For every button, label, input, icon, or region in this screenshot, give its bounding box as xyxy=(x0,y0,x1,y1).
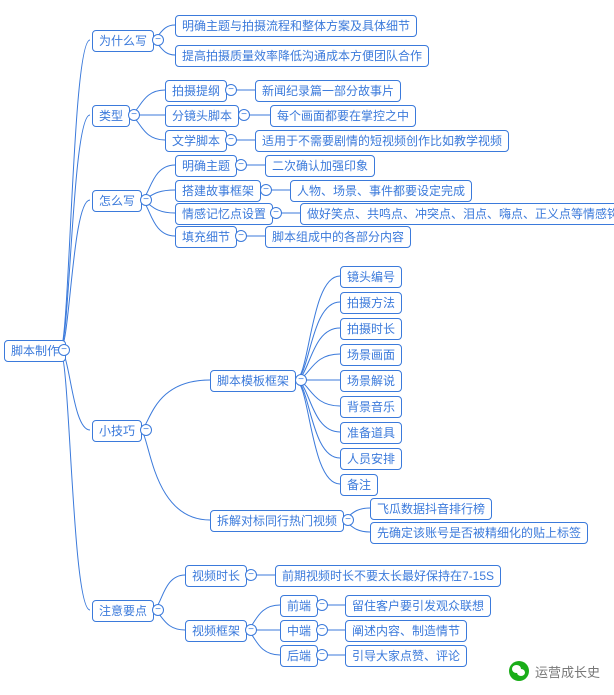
frame-note-2[interactable]: 引导大家点赞、评论 xyxy=(345,645,467,667)
tips-template[interactable]: 脚本模板框架 xyxy=(210,370,296,392)
why-item-1[interactable]: 提高拍摄质量效率降低沟通成本方便团队合作 xyxy=(175,45,429,67)
how-item-0[interactable]: 明确主题 xyxy=(175,155,237,177)
template-item-0[interactable]: 镜头编号 xyxy=(340,266,402,288)
tips-benchmark[interactable]: 拆解对标同行热门视频 xyxy=(210,510,344,532)
template-item-3[interactable]: 场景画面 xyxy=(340,344,402,366)
how-note-3[interactable]: 脚本组成中的各部分内容 xyxy=(265,226,411,248)
how-item-2[interactable]: 情感记忆点设置 xyxy=(175,203,273,225)
why-item-0[interactable]: 明确主题与拍摄流程和整体方案及具体细节 xyxy=(175,15,417,37)
toggle-icon[interactable]: − xyxy=(140,194,152,206)
branch-notes[interactable]: 注意要点 xyxy=(92,600,154,622)
branch-why[interactable]: 为什么写 xyxy=(92,30,154,52)
type-item-0[interactable]: 拍摄提纲 xyxy=(165,80,227,102)
toggle-icon[interactable]: − xyxy=(140,424,152,436)
frame-item-2[interactable]: 后端 xyxy=(280,645,318,667)
toggle-icon[interactable]: − xyxy=(238,109,250,121)
notes-duration[interactable]: 视频时长 xyxy=(185,565,247,587)
type-note-2[interactable]: 适用于不需要剧情的短视频创作比如教学视频 xyxy=(255,130,509,152)
toggle-icon[interactable]: − xyxy=(316,649,328,661)
toggle-icon[interactable]: − xyxy=(58,344,70,356)
template-item-7[interactable]: 人员安排 xyxy=(340,448,402,470)
toggle-icon[interactable]: − xyxy=(235,159,247,171)
notes-frame[interactable]: 视频框架 xyxy=(185,620,247,642)
how-item-1[interactable]: 搭建故事框架 xyxy=(175,180,261,202)
toggle-icon[interactable]: − xyxy=(316,599,328,611)
toggle-icon[interactable]: − xyxy=(270,207,282,219)
how-item-3[interactable]: 填充细节 xyxy=(175,226,237,248)
template-item-5[interactable]: 背景音乐 xyxy=(340,396,402,418)
frame-item-1[interactable]: 中端 xyxy=(280,620,318,642)
benchmark-item-0[interactable]: 飞瓜数据抖音排行榜 xyxy=(370,498,492,520)
branch-type[interactable]: 类型 xyxy=(92,105,130,127)
branch-how[interactable]: 怎么写 xyxy=(92,190,142,212)
root-node[interactable]: 脚本制作 xyxy=(4,340,66,362)
template-item-6[interactable]: 准备道具 xyxy=(340,422,402,444)
wechat-icon xyxy=(509,661,529,681)
type-note-0[interactable]: 新闻纪录篇一部分故事片 xyxy=(255,80,401,102)
toggle-icon[interactable]: − xyxy=(342,514,354,526)
type-note-1[interactable]: 每个画面都要在掌控之中 xyxy=(270,105,416,127)
toggle-icon[interactable]: − xyxy=(152,34,164,46)
template-item-1[interactable]: 拍摄方法 xyxy=(340,292,402,314)
toggle-icon[interactable]: − xyxy=(245,569,257,581)
frame-note-0[interactable]: 留住客户要引发观众联想 xyxy=(345,595,491,617)
template-item-2[interactable]: 拍摄时长 xyxy=(340,318,402,340)
template-item-8[interactable]: 备注 xyxy=(340,474,378,496)
frame-item-0[interactable]: 前端 xyxy=(280,595,318,617)
how-note-0[interactable]: 二次确认加强印象 xyxy=(265,155,375,177)
notes-duration-note[interactable]: 前期视频时长不要太长最好保持在7-15S xyxy=(275,565,501,587)
toggle-icon[interactable]: − xyxy=(152,604,164,616)
toggle-icon[interactable]: − xyxy=(225,134,237,146)
branch-tips[interactable]: 小技巧 xyxy=(92,420,142,442)
how-note-1[interactable]: 人物、场景、事件都要设定完成 xyxy=(290,180,472,202)
toggle-icon[interactable]: − xyxy=(260,184,272,196)
toggle-icon[interactable]: − xyxy=(235,230,247,242)
benchmark-item-1[interactable]: 先确定该账号是否被精细化的贴上标签 xyxy=(370,522,588,544)
toggle-icon[interactable]: − xyxy=(128,109,140,121)
how-note-2[interactable]: 做好笑点、共鸣点、冲突点、泪点、嗨点、正义点等情感钩子 xyxy=(300,203,614,225)
type-item-1[interactable]: 分镜头脚本 xyxy=(165,105,239,127)
toggle-icon[interactable]: − xyxy=(295,374,307,386)
toggle-icon[interactable]: − xyxy=(245,624,257,636)
toggle-icon[interactable]: − xyxy=(225,84,237,96)
frame-note-1[interactable]: 阐述内容、制造情节 xyxy=(345,620,467,642)
template-item-4[interactable]: 场景解说 xyxy=(340,370,402,392)
watermark-text: 运营成长史 xyxy=(535,662,600,681)
toggle-icon[interactable]: − xyxy=(316,624,328,636)
type-item-2[interactable]: 文学脚本 xyxy=(165,130,227,152)
watermark: 运营成长史 xyxy=(509,661,600,681)
